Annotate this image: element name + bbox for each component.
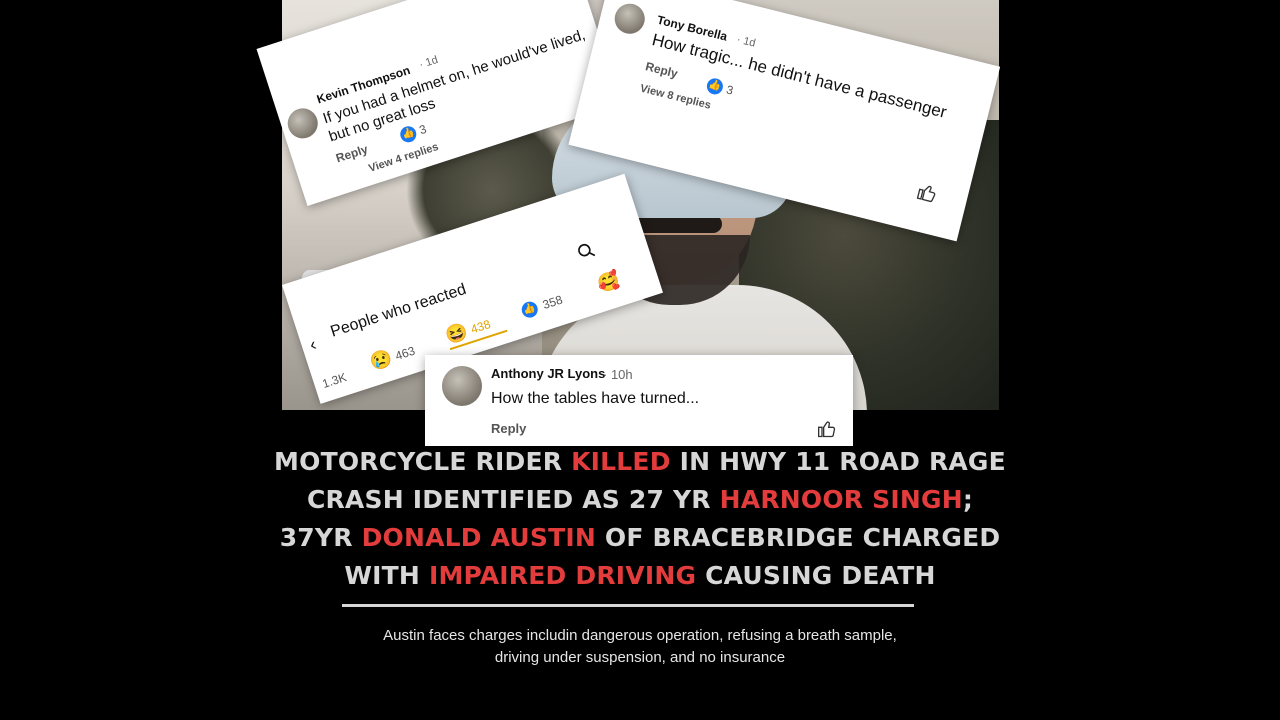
like-count[interactable]: 358: [541, 292, 564, 312]
headline-line-4: WITH IMPAIRED DRIVING CAUSING DEATH: [260, 557, 1020, 595]
headline-text: ;: [962, 485, 974, 514]
avatar[interactable]: [442, 366, 482, 406]
subtext-line-2: driving under suspension, and no insuran…: [494, 649, 786, 666]
headline-text: WITH: [344, 561, 429, 590]
like-reaction-icon: 👍: [519, 299, 540, 320]
total-reactions[interactable]: 1.3K: [321, 370, 349, 391]
subtext: Austin faces charges includin dangerous …: [300, 625, 980, 669]
sad-count[interactable]: 463: [393, 344, 416, 364]
headline-text: OF BRACEBRIDGE CHARGED: [596, 523, 1001, 552]
headline-text: CAUSING DEATH: [696, 561, 936, 590]
like-icon[interactable]: [915, 181, 939, 205]
reply-button[interactable]: Reply: [491, 421, 526, 436]
headline-text: IN HWY 11 ROAD RAGE: [670, 447, 1006, 476]
like-count: 3: [724, 82, 735, 98]
avatar[interactable]: [611, 0, 648, 37]
comment-text: How the tables have turned...: [491, 390, 700, 407]
headline-line-2: CRASH IDENTIFIED AS 27 YR HARNOOR SINGH;: [260, 481, 1020, 519]
like-icon[interactable]: [817, 419, 837, 439]
comment-author[interactable]: Anthony JR Lyons: [491, 366, 605, 381]
comment-time: · 10h: [603, 367, 633, 382]
headline-text: 37YR: [279, 523, 362, 552]
headline-text: MOTORCYCLE RIDER: [274, 447, 572, 476]
like-reaction-icon: 👍: [398, 124, 419, 145]
reply-button[interactable]: Reply: [334, 142, 369, 165]
haha-count[interactable]: 438: [469, 317, 492, 337]
reply-button[interactable]: Reply: [644, 59, 679, 80]
comment-time: · 1d: [735, 33, 757, 50]
avatar[interactable]: [283, 104, 322, 143]
headline-text: CRASH IDENTIFIED AS 27 YR: [306, 485, 720, 514]
headline-highlight: IMPAIRED DRIVING: [428, 561, 697, 590]
comment-card-anthony: Anthony JR Lyons · 10h How the tables ha…: [425, 355, 853, 446]
like-reaction-icon: 👍: [705, 76, 725, 97]
comment-time: · 1d: [417, 53, 440, 72]
search-icon[interactable]: [574, 239, 599, 264]
sad-reaction-icon: 😢: [367, 347, 395, 373]
headline-highlight: DONALD AUSTIN: [361, 523, 596, 552]
subtext-line-1: Austin faces charges includin dangerous …: [383, 627, 897, 644]
headline-line-3: 37YR DONALD AUSTIN OF BRACEBRIDGE CHARGE…: [260, 519, 1020, 557]
back-arrow-icon[interactable]: ‹: [307, 334, 319, 356]
headline-line-1: MOTORCYCLE RIDER KILLED IN HWY 11 ROAD R…: [260, 443, 1020, 481]
view-replies-link[interactable]: View 8 replies: [639, 83, 712, 112]
headline-highlight: HARNOOR SINGH: [719, 485, 963, 514]
headline: MOTORCYCLE RIDER KILLED IN HWY 11 ROAD R…: [260, 443, 1020, 595]
care-reaction-icon: 🥰: [594, 269, 623, 296]
divider: ——————————————————————————: [342, 604, 914, 607]
like-count: 3: [417, 121, 429, 138]
headline-highlight: KILLED: [571, 447, 671, 476]
